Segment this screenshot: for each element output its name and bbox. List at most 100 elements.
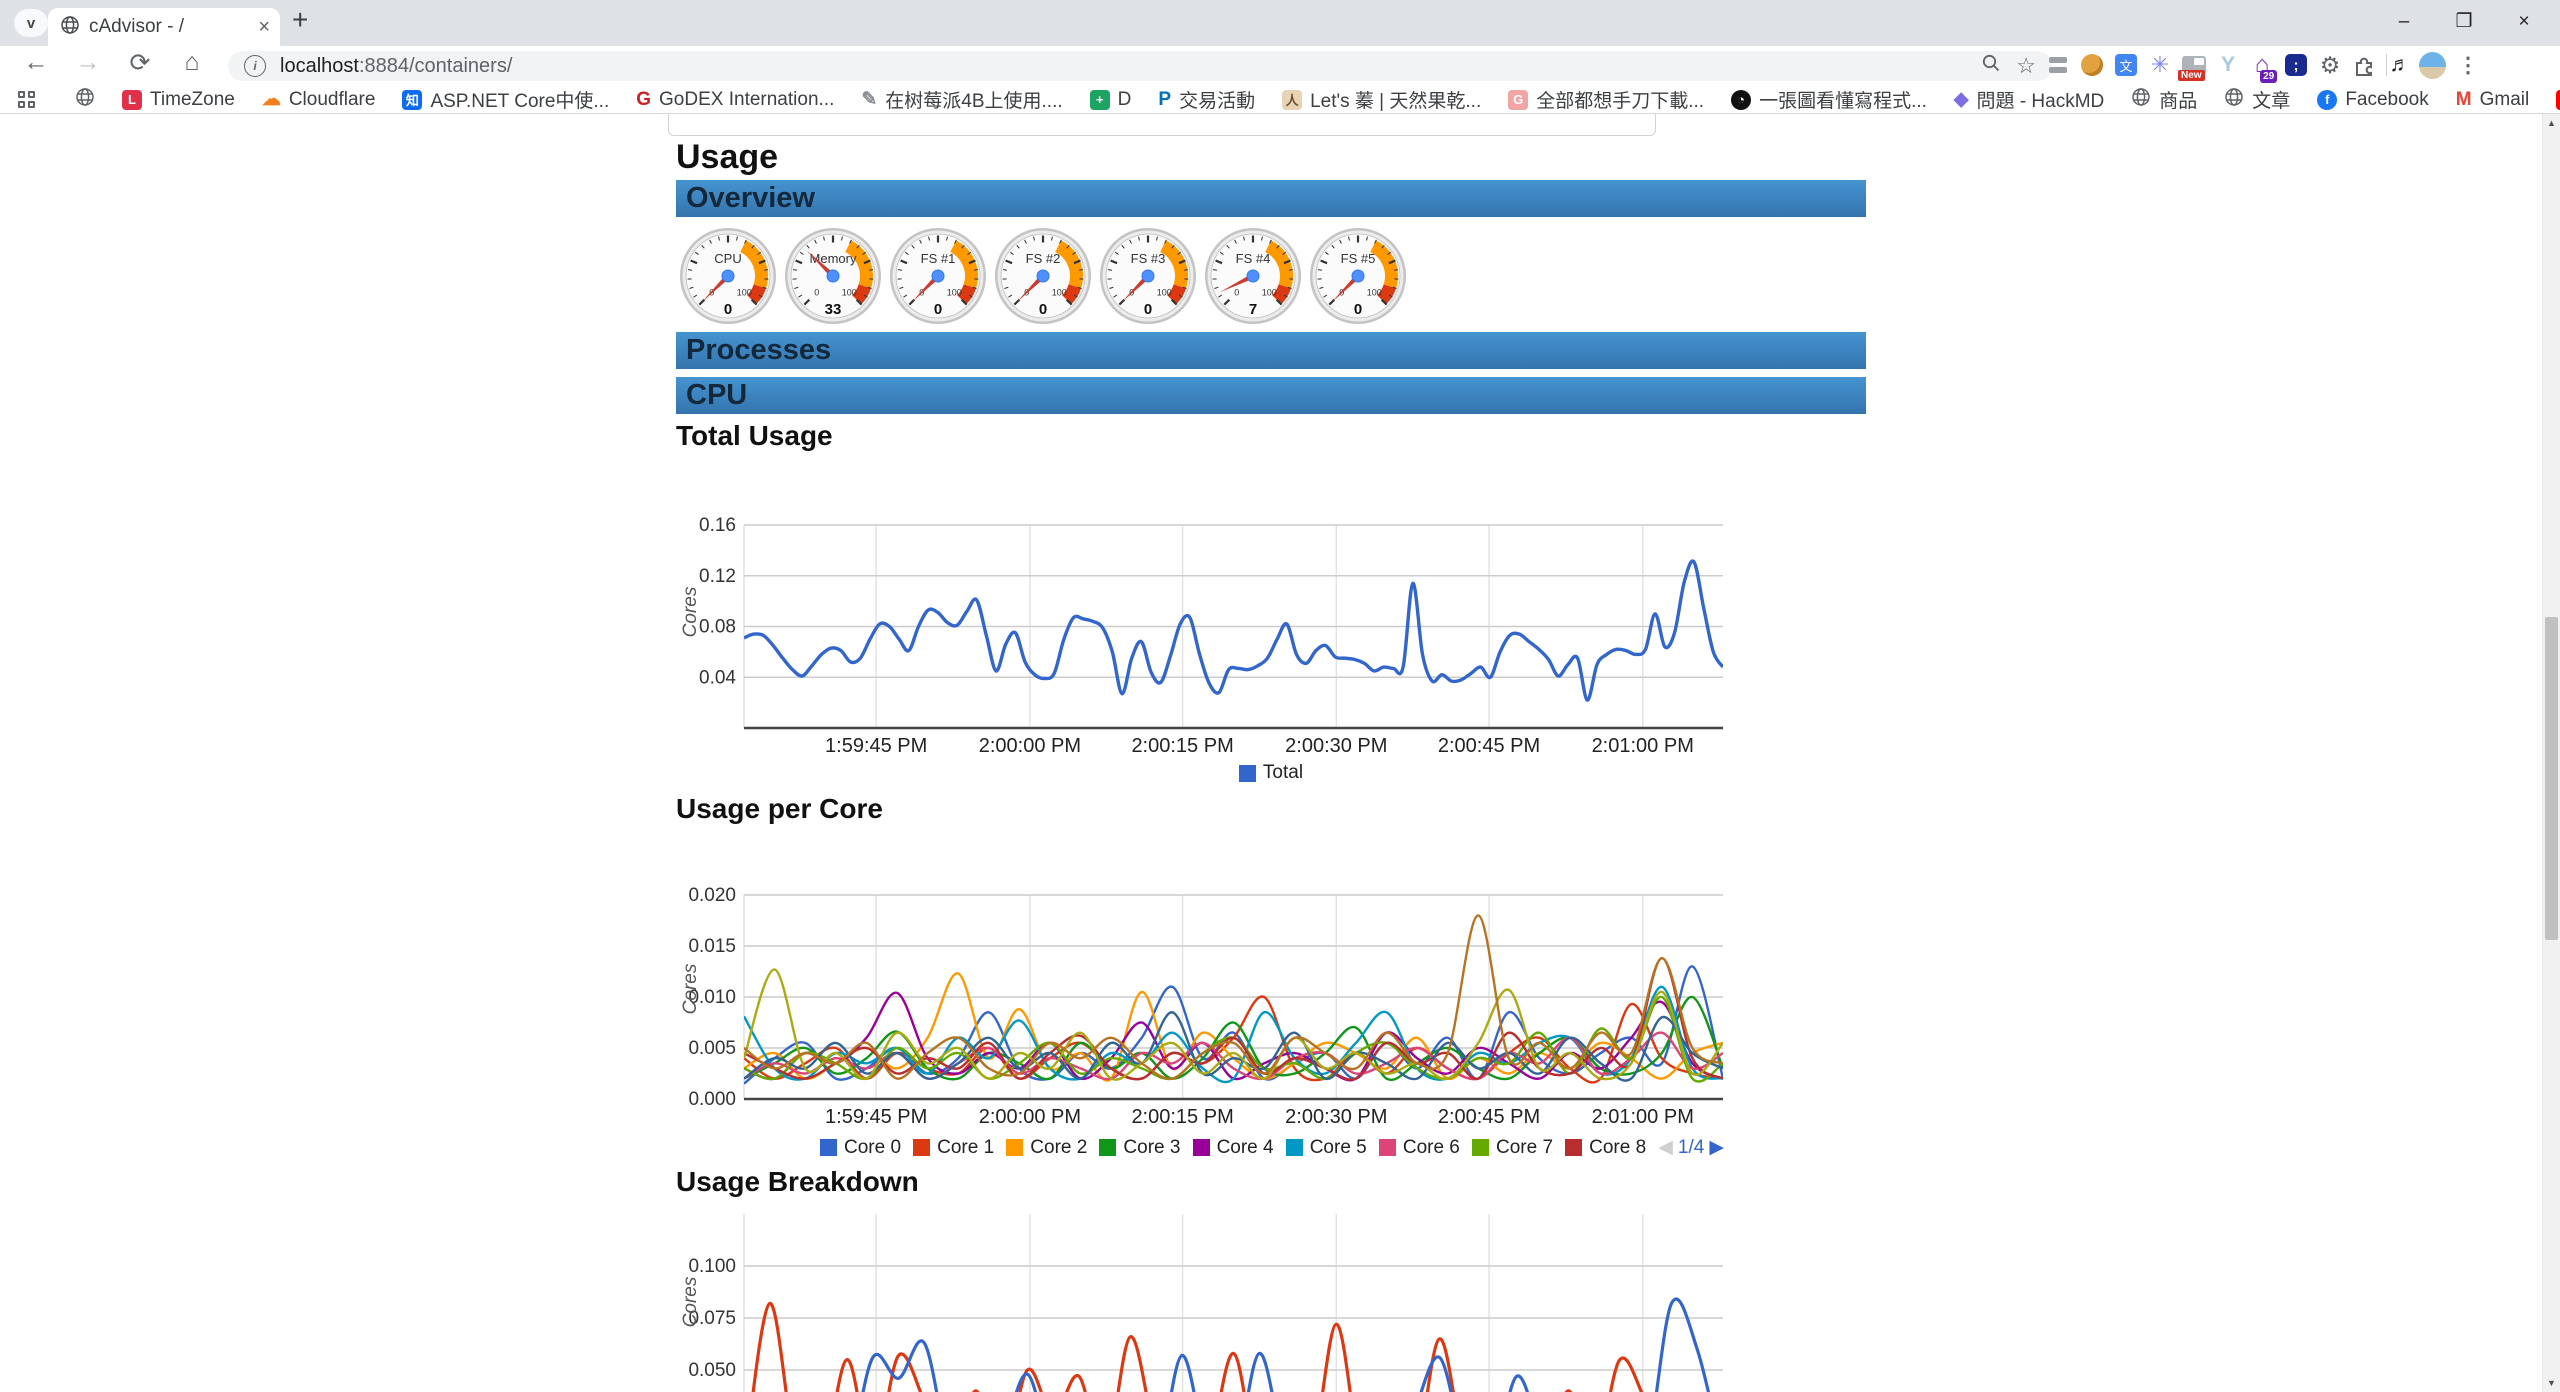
- reload-icon[interactable]: ⟳: [122, 48, 158, 78]
- svg-text:FS #4: FS #4: [1236, 251, 1271, 266]
- svg-text:0.04: 0.04: [699, 667, 736, 688]
- zoom-icon[interactable]: [1980, 52, 2002, 80]
- legend-swatch: [913, 1139, 930, 1156]
- bookmark-item[interactable]: 商品: [2131, 86, 2197, 113]
- section-header-processes[interactable]: Processes: [676, 332, 1866, 369]
- bookmark-item[interactable]: ☁Cloudflare: [262, 88, 376, 111]
- info-icon[interactable]: i: [244, 55, 266, 77]
- minimize-button[interactable]: –: [2374, 0, 2434, 46]
- semicolon-extension-icon[interactable]: ;: [2281, 50, 2311, 80]
- bookmark-favicon-icon: 知: [402, 90, 422, 110]
- svg-text:100: 100: [1052, 287, 1067, 297]
- bookmark-label: Let's 蓁 | 天然果乾...: [1310, 86, 1481, 113]
- bookmark-item[interactable]: ✎在树莓派4B上使用....: [861, 86, 1062, 113]
- bookmark-item[interactable]: 人Let's 蓁 | 天然果乾...: [1282, 86, 1481, 113]
- bookmark-label: 問題 - HackMD: [1977, 86, 2105, 113]
- bookmark-item[interactable]: P交易活動: [1158, 86, 1255, 113]
- svg-text:100: 100: [1157, 287, 1172, 297]
- svg-text:33: 33: [825, 301, 842, 318]
- restore-button[interactable]: ❐: [2434, 0, 2494, 46]
- svg-text:FS #3: FS #3: [1131, 251, 1166, 266]
- forward-icon: →: [70, 48, 106, 77]
- bookmark-favicon-icon: [75, 87, 95, 112]
- bookmark-label: GoDEX Internation...: [659, 89, 834, 111]
- legend-label: Core 1: [937, 1137, 994, 1159]
- usage-per-core-legend: Core 0Core 1Core 2Core 3Core 4Core 5Core…: [820, 1136, 1724, 1159]
- bookmark-item[interactable]: +D: [1090, 89, 1132, 111]
- homebase-extension-icon[interactable]: ⌂29: [2247, 50, 2277, 80]
- bookmark-item[interactable]: ◆ 問題 - HackMD: [1954, 86, 2104, 113]
- url-path: :8884/containers/: [359, 55, 512, 78]
- legend-item-core-8: Core 8: [1565, 1137, 1646, 1159]
- pip-extension-icon[interactable]: New: [2179, 50, 2209, 80]
- scroll-up-arrow[interactable]: ▲: [2543, 118, 2560, 128]
- svg-text:100: 100: [1367, 287, 1382, 297]
- svg-text:Cores: Cores: [680, 963, 701, 1014]
- tab-search-button[interactable]: v: [14, 9, 48, 37]
- legend-swatch: [1286, 1139, 1303, 1156]
- svg-text:Cores: Cores: [680, 586, 701, 637]
- scroll-down-arrow[interactable]: ▼: [2543, 1378, 2560, 1388]
- bookmark-item[interactable]: G全部都想手刀下載...: [1508, 86, 1704, 113]
- home-icon[interactable]: ⌂: [174, 48, 210, 77]
- legend-pager: ◀1/4▶: [1658, 1136, 1724, 1159]
- new-tab-button[interactable]: +: [292, 4, 308, 36]
- svg-text:0: 0: [724, 301, 732, 318]
- vertical-scrollbar[interactable]: ▲ ▼: [2542, 114, 2560, 1392]
- bookmark-label: Gmail: [2480, 89, 2530, 111]
- cadvisor-page: Usage Overview 0100CPU00100Memory330100F…: [0, 0, 2560, 1392]
- svg-text:0.08: 0.08: [699, 617, 736, 638]
- scrollbar-thumb[interactable]: [2545, 617, 2558, 940]
- bookmark-star-icon[interactable]: ☆: [2016, 53, 2036, 79]
- tab-close-icon[interactable]: ×: [258, 16, 270, 39]
- bookmark-item[interactable]: 知ASP.NET Core中使...: [402, 86, 609, 113]
- svg-text:0: 0: [1354, 301, 1362, 318]
- close-button[interactable]: ×: [2494, 0, 2554, 46]
- settings-gear-icon[interactable]: ⚙: [2315, 50, 2345, 80]
- bookmark-item[interactable]: MGmail: [2456, 89, 2529, 111]
- bookmark-favicon-icon: +: [1090, 90, 1110, 110]
- svg-text:2:00:15 PM: 2:00:15 PM: [1131, 1106, 1233, 1128]
- bookmark-favicon-icon: P: [1158, 89, 1171, 111]
- playlist-icon[interactable]: ♬: [2385, 50, 2415, 80]
- bookmark-item[interactable]: fFacebook: [2317, 89, 2428, 111]
- legend-swatch: [1565, 1139, 1582, 1156]
- gauge-fs-5: 0100FS #50: [1308, 226, 1408, 331]
- address-bar[interactable]: i localhost:8884/containers/ ☆: [228, 51, 2052, 81]
- svg-text:0.100: 0.100: [688, 1256, 736, 1277]
- svg-text:2:00:00 PM: 2:00:00 PM: [979, 735, 1081, 757]
- menu-dots-icon[interactable]: ⋮: [2453, 50, 2483, 80]
- usage-breakdown-title: Usage Breakdown: [676, 1166, 919, 1198]
- bookmark-item[interactable]: ▶YouTube: [2556, 89, 2560, 111]
- reading-list-icon[interactable]: [2043, 50, 2073, 80]
- bookmark-item[interactable]: GGoDEX Internation...: [636, 89, 834, 111]
- svg-text:0.050: 0.050: [688, 1360, 736, 1381]
- pager-prev-icon[interactable]: ◀: [1658, 1136, 1673, 1159]
- svg-text:1:59:45 PM: 1:59:45 PM: [825, 735, 927, 757]
- bookmark-item[interactable]: ◔一張圖看懂寫程式...: [1731, 86, 1927, 113]
- legend-swatch: [1099, 1139, 1116, 1156]
- back-icon[interactable]: ←: [18, 48, 54, 77]
- translate-icon[interactable]: 文: [2111, 50, 2141, 80]
- gauge-fs-1: 0100FS #10: [888, 226, 988, 331]
- bookmark-item[interactable]: 文章: [2224, 86, 2290, 113]
- bookmark-item[interactable]: [75, 87, 95, 112]
- svg-text:1:59:45 PM: 1:59:45 PM: [825, 1106, 927, 1128]
- profile-avatar-icon[interactable]: [2417, 50, 2447, 80]
- divider: [2386, 54, 2387, 76]
- bookmark-favicon-icon: ◆: [1954, 88, 1969, 111]
- bookmark-item[interactable]: LTimeZone: [122, 89, 235, 111]
- svg-text:0.020: 0.020: [688, 885, 736, 906]
- section-header-cpu[interactable]: CPU: [676, 377, 1866, 414]
- gauge-cpu: 0100CPU0: [678, 226, 778, 331]
- asterisk-extension-icon[interactable]: ✳: [2145, 50, 2175, 80]
- pager-next-icon[interactable]: ▶: [1709, 1136, 1724, 1159]
- legend-label: Core 2: [1030, 1137, 1087, 1159]
- bookmark-label: 文章: [2252, 86, 2290, 113]
- chevron-down-icon: v: [27, 15, 35, 32]
- extensions-puzzle-icon[interactable]: [2349, 50, 2379, 80]
- wishbone-extension-icon[interactable]: Y: [2213, 50, 2243, 80]
- cookie-icon[interactable]: [2077, 50, 2107, 80]
- browser-tab[interactable]: cAdvisor - / ×: [48, 8, 280, 46]
- apps-grid-icon[interactable]: [18, 91, 35, 108]
